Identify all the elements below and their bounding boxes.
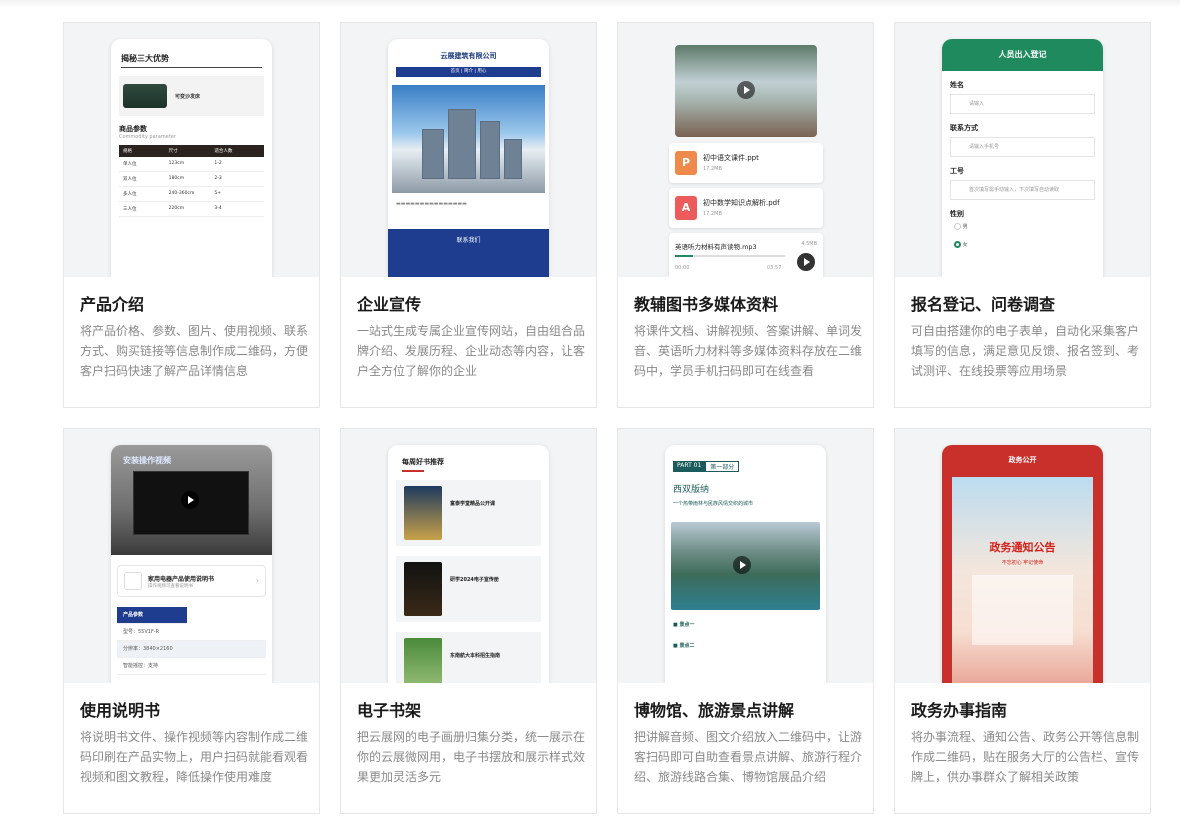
card-title: 政务办事指南 — [911, 701, 1008, 720]
phone-mockup: 揭秘三大优势 可变沙发床 商品参数 Commodity parameter 规格… — [111, 39, 272, 277]
phone-mockup: 人员出入登记 姓名 请输入 联系方式 请输入手机号 工号 首次填写需手动输入，下… — [942, 39, 1103, 277]
card-title: 教辅图书多媒体资料 — [634, 295, 779, 314]
sofa-image — [123, 84, 167, 108]
building-image — [392, 85, 545, 193]
scenario-card-enterprise[interactable]: 云展建筑有限公司 首页 | 简介 | 用心 ▬▬▬▬▬▬▬▬▬▬▬▬▬▬▬ 联系… — [340, 22, 597, 408]
card-preview: 安装操作视频 家用电器产品使用说明书 操作视频可查看说明书 › 产品参数 型号：… — [64, 429, 319, 683]
card-title: 博物馆、旅游景点讲解 — [634, 701, 795, 720]
card-description: 将课件文档、讲解视频、答案讲解、单词发音、英语听力材料等多媒体资料存放在二维码中… — [634, 324, 863, 378]
card-preview: 人员出入登记 姓名 请输入 联系方式 请输入手机号 工号 首次填写需手动输入，下… — [895, 23, 1150, 277]
card-title: 使用说明书 — [80, 701, 161, 720]
audio-play-icon — [797, 253, 815, 271]
preview-heading: 揭秘三大优势 — [121, 54, 169, 63]
book-item: 东南航大本科招生指南 — [396, 632, 541, 683]
card-description: 将办事流程、通知公告、政务公开等信息制作成二维码，贴在服务大厅的公告栏、宣传牌上… — [911, 730, 1140, 784]
ppt-icon: P — [675, 151, 697, 175]
notice-poster: 政务通知公告 不忘初心 牢记使命 — [952, 477, 1093, 683]
params-heading: 商品参数 — [119, 125, 147, 133]
card-description: 一站式生成专属企业宣传网站，自由组合品牌介绍、发展历程、企业动态等内容，让客户全… — [357, 324, 586, 378]
form-input: 首次填写需手动输入，下次填写自动读取 — [950, 180, 1095, 200]
card-preview: 揭秘三大优势 可变沙发床 商品参数 Commodity parameter 规格… — [64, 23, 319, 277]
scenic-image — [671, 522, 820, 610]
scenic-title: 西双版纳 — [673, 485, 710, 495]
scenario-card-product[interactable]: 揭秘三大优势 可变沙发床 商品参数 Commodity parameter 规格… — [63, 22, 320, 408]
form-input: 请输入 — [950, 94, 1095, 114]
scenario-card-manual[interactable]: 安装操作视频 家用电器产品使用说明书 操作视频可查看说明书 › 产品参数 型号：… — [63, 428, 320, 814]
card-description: 将产品价格、参数、图片、使用视频、联系方式、购买链接等信息制作成二维码，方便客户… — [80, 324, 309, 378]
phone-mockup: 每周好书推荐 富泰学堂精品公开课 研学2024电子宣传册 东南航大本科招生指南 — [388, 445, 549, 683]
card-preview: PART 01 第一部分 西双版纳 一个热带雨林与民族风情交织的城市 ■ 景点一 … — [618, 429, 873, 683]
scenario-card-registration[interactable]: 人员出入登记 姓名 请输入 联系方式 请输入手机号 工号 首次填写需手动输入，下… — [894, 22, 1151, 408]
chevron-right-icon: › — [255, 576, 259, 585]
gov-header: 政务公开 — [1008, 456, 1037, 464]
card-preview: 政务公开 政务通知公告 不忘初心 牢记使命 — [895, 429, 1150, 683]
tv-video: 安装操作视频 — [111, 445, 272, 555]
company-nav: 首页 | 简介 | 用心 — [396, 67, 541, 77]
play-icon — [181, 491, 199, 509]
audio-item: 英语听力材料有声读物.mp3 4.5MB 00:00 03:57 — [669, 233, 823, 277]
scenario-card-bookshelf[interactable]: 每周好书推荐 富泰学堂精品公开课 研学2024电子宣传册 东南航大本科招生指南 … — [340, 428, 597, 814]
card-title: 产品介绍 — [80, 295, 145, 314]
phone-mockup: 政务公开 政务通知公告 不忘初心 牢记使命 — [942, 445, 1103, 683]
phone-mockup: P 初中语文课件.ppt 17.2MB A 初中数学知识点解析.pdf 17.2… — [665, 39, 826, 277]
manual-link: 家用电器产品使用说明书 操作视频可查看说明书 › — [117, 565, 266, 597]
card-title: 企业宣传 — [357, 295, 422, 314]
product-name: 可变沙发床 — [175, 93, 201, 100]
params-subheading: Commodity parameter — [119, 134, 176, 140]
card-preview: 每周好书推荐 富泰学堂精品公开课 研学2024电子宣传册 东南航大本科招生指南 — [341, 429, 596, 683]
file-item: A 初中数学知识点解析.pdf 17.2MB — [669, 188, 823, 228]
pdf-icon: A — [675, 196, 697, 220]
params-table: 规格 尺寸 适合人数 单人位 123cm 1-2 双人位 180cm 2-3 多人位 240-… — [119, 145, 264, 217]
book-item: 富泰学堂精品公开课 — [396, 480, 541, 546]
contact-footer: 联系我们 — [388, 229, 549, 277]
card-description: 把云展网的电子画册归集分类，统一展示在你的云展微网用，电子书摆放和展示样式效果更… — [357, 730, 586, 784]
video-thumbnail — [675, 45, 817, 137]
scenario-card-government[interactable]: 政务公开 政务通知公告 不忘初心 牢记使命 政务办事指南 将办事流程、通知公告、… — [894, 428, 1151, 814]
top-divider — [0, 0, 1180, 8]
company-name: 云展建筑有限公司 — [440, 52, 497, 60]
play-icon — [733, 556, 751, 574]
play-icon — [737, 81, 755, 99]
card-description: 把讲解音频、图文介绍放入二维码中，让游客扫码即可自助查看景点讲解、旅游行程介绍、… — [634, 730, 863, 784]
form-header: 人员出入登记 — [942, 39, 1103, 71]
phone-mockup: PART 01 第一部分 西双版纳 一个热带雨林与民族风情交织的城市 ■ 景点一 … — [665, 445, 826, 683]
card-title: 电子书架 — [357, 701, 422, 720]
file-item: P 初中语文课件.ppt 17.2MB — [669, 143, 823, 183]
phone-mockup: 安装操作视频 家用电器产品使用说明书 操作视频可查看说明书 › 产品参数 型号：… — [111, 445, 272, 683]
card-description: 将说明书文件、操作视频等内容制作成二维码印刷在产品实物上，用户扫码就能看观看视频… — [80, 730, 309, 784]
scenario-card-museum[interactable]: PART 01 第一部分 西双版纳 一个热带雨林与民族风情交织的城市 ■ 景点一 … — [617, 428, 874, 814]
phone-mockup: 云展建筑有限公司 首页 | 简介 | 用心 ▬▬▬▬▬▬▬▬▬▬▬▬▬▬▬ 联系… — [388, 39, 549, 277]
scenario-card-education[interactable]: P 初中语文课件.ppt 17.2MB A 初中数学知识点解析.pdf 17.2… — [617, 22, 874, 408]
card-description: 可自由搭建你的电子表单，自动化采集客户填写的信息，满足意见反馈、报名签到、考试测… — [911, 324, 1140, 378]
bookshelf-heading: 每周好书推荐 — [402, 458, 444, 466]
card-preview: 云展建筑有限公司 首页 | 简介 | 用心 ▬▬▬▬▬▬▬▬▬▬▬▬▬▬▬ 联系… — [341, 23, 596, 277]
card-title: 报名登记、问卷调查 — [911, 295, 1056, 314]
book-item: 研学2024电子宣传册 — [396, 556, 541, 622]
form-input: 请输入手机号 — [950, 137, 1095, 157]
card-preview: P 初中语文课件.ppt 17.2MB A 初中数学知识点解析.pdf 17.2… — [618, 23, 873, 277]
